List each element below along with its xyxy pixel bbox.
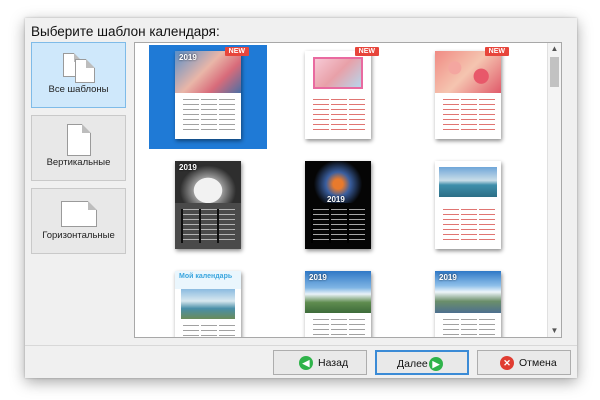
- next-button-label: Далее: [397, 358, 428, 370]
- template-thumbnail: 2019: [305, 271, 371, 337]
- dialog-button-bar: ◀ Назад Далее ▶ ✕ Отмена: [25, 345, 577, 378]
- template-year: 2019: [439, 273, 457, 282]
- category-vertical[interactable]: Вертикальные: [31, 115, 126, 181]
- template-tile[interactable]: 2019: [409, 265, 527, 337]
- arrow-left-icon: ◀: [299, 356, 313, 370]
- scroll-up-icon[interactable]: ▲: [548, 43, 561, 55]
- template-tile[interactable]: 2019: [279, 155, 397, 259]
- template-tile[interactable]: NEW: [409, 45, 527, 149]
- template-thumbnail: Мой календарь: [175, 271, 241, 337]
- arrow-right-icon: ▶: [429, 357, 443, 371]
- close-icon: ✕: [500, 356, 514, 370]
- template-year: 2019: [327, 195, 345, 204]
- back-button[interactable]: ◀ Назад: [273, 350, 367, 375]
- template-thumbnail: 2019: [175, 51, 241, 139]
- scroll-down-icon[interactable]: ▼: [548, 325, 561, 337]
- category-horizontal[interactable]: Горизонтальные: [31, 188, 126, 254]
- template-tile[interactable]: NEW: [279, 45, 397, 149]
- template-tile[interactable]: 2019: [279, 265, 397, 337]
- template-thumbnail: 2019: [175, 161, 241, 249]
- template-year: 2019: [179, 53, 197, 62]
- new-badge: NEW: [484, 47, 509, 56]
- template-thumbnail: 2019: [305, 161, 371, 249]
- template-year: Мой календарь: [179, 273, 233, 280]
- template-thumbnail: [435, 161, 501, 249]
- template-thumbnail: [305, 51, 371, 139]
- dialog-heading: Выберите шаблон календаря:: [31, 24, 220, 39]
- scrollbar-thumb[interactable]: [550, 57, 559, 87]
- cancel-button-label: Отмена: [519, 357, 557, 369]
- stacked-pages-icon: [62, 53, 95, 83]
- templates-panel[interactable]: 2019 NEW NEW NEW 2019 2019 Мой календарь…: [134, 42, 562, 338]
- vertical-scrollbar[interactable]: ▲ ▼: [547, 43, 561, 337]
- next-button[interactable]: Далее ▶: [375, 350, 469, 375]
- template-year: 2019: [179, 163, 197, 172]
- template-thumbnail: [435, 51, 501, 139]
- new-badge: NEW: [354, 47, 379, 56]
- category-all-templates[interactable]: Все шаблоны: [31, 42, 126, 108]
- template-year: 2019: [309, 273, 327, 282]
- category-label: Все шаблоны: [48, 84, 109, 95]
- template-tile[interactable]: [409, 155, 527, 259]
- template-tile[interactable]: 2019 NEW: [149, 45, 267, 149]
- template-tile[interactable]: Мой календарь: [149, 265, 267, 337]
- portrait-page-icon: [66, 124, 91, 156]
- category-label: Горизонтальные: [42, 230, 115, 241]
- category-label: Вертикальные: [46, 157, 111, 168]
- template-thumbnail: 2019: [435, 271, 501, 337]
- template-dialog: Выберите шаблон календаря: Все шаблоны В…: [25, 18, 577, 378]
- landscape-page-icon: [60, 201, 97, 227]
- cancel-button[interactable]: ✕ Отмена: [477, 350, 571, 375]
- back-button-label: Назад: [318, 357, 349, 369]
- new-badge: NEW: [224, 47, 249, 56]
- template-tile[interactable]: 2019: [149, 155, 267, 259]
